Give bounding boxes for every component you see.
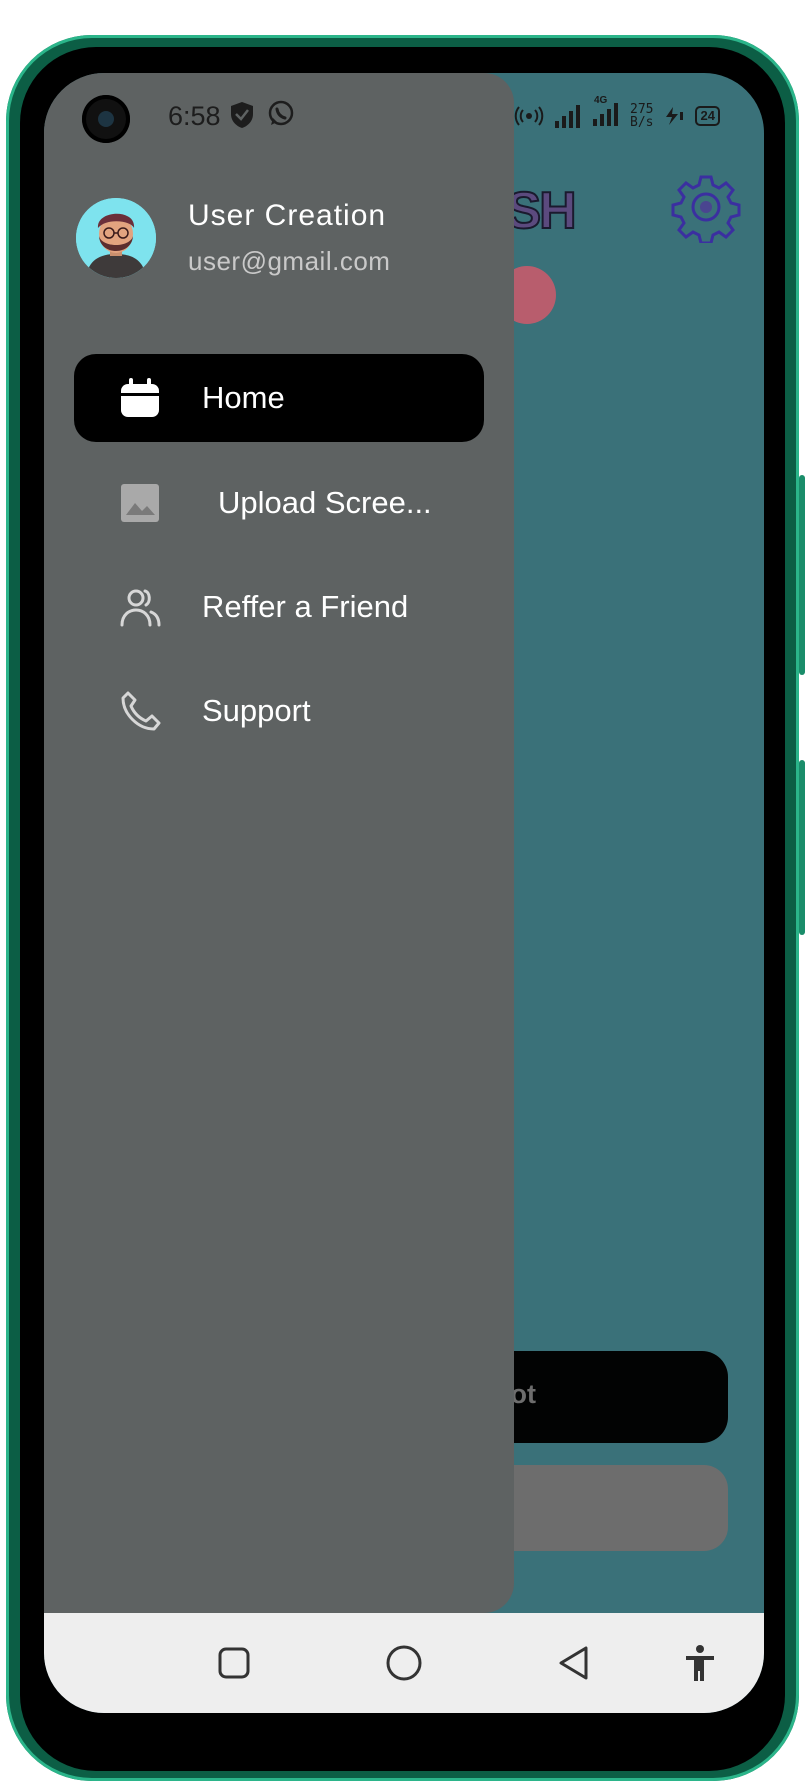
drawer-item-support[interactable]: Support <box>74 667 484 755</box>
drawer-item-label: Home <box>202 380 285 415</box>
status-time: 6:58 <box>168 101 221 131</box>
user-email: user@gmail.com <box>188 246 391 276</box>
network-type: 4G <box>594 94 608 106</box>
accessibility-icon[interactable] <box>680 1643 720 1683</box>
net-speed: 275 B/s <box>630 103 653 129</box>
drawer-item-upload-screenshot[interactable]: Upload Scree... <box>74 459 484 547</box>
back-triangle-icon[interactable] <box>554 1643 594 1683</box>
image-icon <box>121 484 159 522</box>
user-avatar[interactable] <box>76 198 156 278</box>
whatsapp-icon <box>268 100 294 126</box>
drawer-item-refer-friend[interactable]: Reffer a Friend <box>74 563 484 651</box>
system-navigation-bar <box>44 1613 764 1713</box>
hotspot-icon <box>514 106 544 126</box>
shield-icon <box>231 102 253 128</box>
front-camera <box>82 95 130 143</box>
phone-icon <box>121 691 161 731</box>
home-circle-icon[interactable] <box>384 1643 424 1683</box>
calendar-icon <box>121 378 159 417</box>
net-speed-unit: B/s <box>630 115 654 130</box>
screen: ISH ot 4G 275 B/s 24 6:58 User Creation … <box>44 73 764 1713</box>
drawer-item-label: Upload Scree... <box>218 485 432 520</box>
status-icons: 4G 275 B/s 24 <box>514 95 720 133</box>
drawer-item-label: Reffer a Friend <box>202 589 409 624</box>
user-name: User Creation <box>188 199 387 232</box>
signal-4g-icon: 4G <box>592 95 620 132</box>
signal-icon <box>555 105 580 128</box>
app-primary-button-label: ot <box>510 1379 536 1409</box>
settings-gear-icon[interactable] <box>670 171 742 243</box>
phone-side-button <box>799 475 805 675</box>
battery-indicator: 24 <box>695 106 720 126</box>
avatar-illustration-icon <box>76 198 156 278</box>
drawer-item-label: Support <box>202 693 311 728</box>
drawer-item-home[interactable]: Home <box>74 354 484 442</box>
navigation-drawer: 6:58 User Creation user@gmail.com Home U… <box>44 73 514 1613</box>
phone-side-button-2 <box>799 760 805 935</box>
people-icon <box>120 589 161 627</box>
recents-square-icon[interactable] <box>214 1643 254 1683</box>
charging-icon <box>666 107 684 125</box>
